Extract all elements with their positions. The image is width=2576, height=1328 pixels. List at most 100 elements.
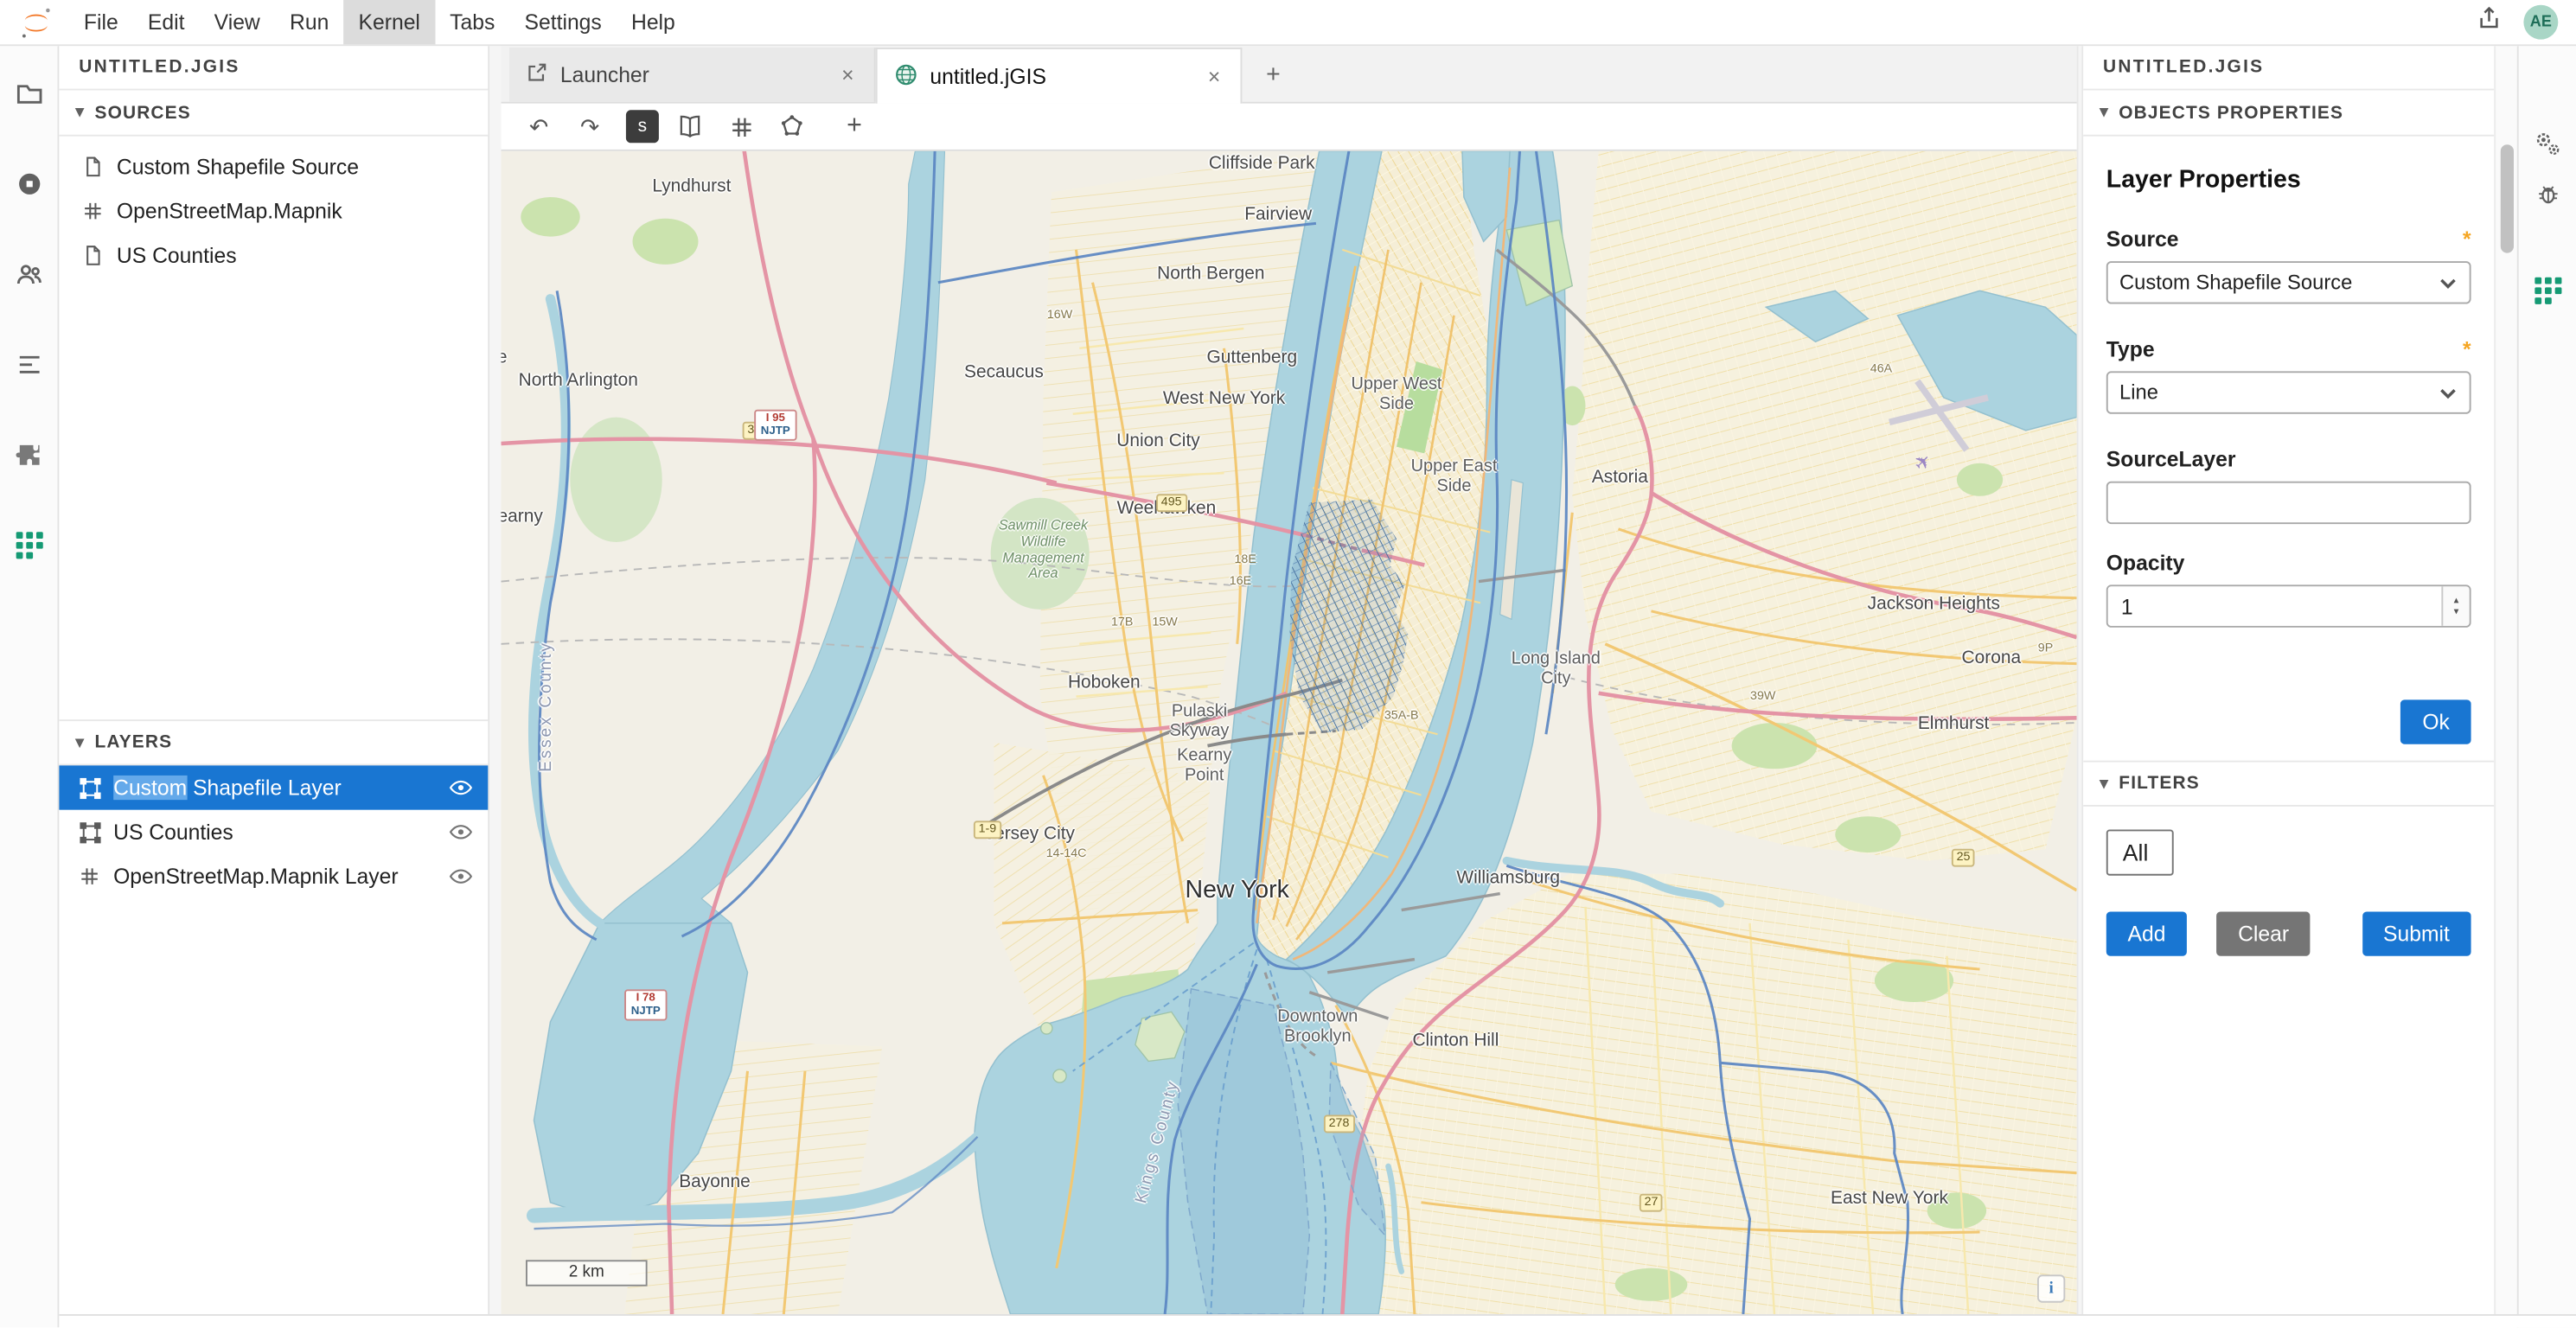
- sources-section-header[interactable]: ▾ SOURCES: [59, 91, 488, 137]
- left-sidebar-panel: UNTITLED.JGIS ▾ SOURCES Custom Shapefile…: [59, 46, 489, 1314]
- vector-polygon-tool-icon[interactable]: [772, 107, 812, 147]
- filters-header-label: FILTERS: [2119, 774, 2200, 794]
- raster-layer-grid-icon[interactable]: [721, 107, 761, 147]
- source-item-us-counties[interactable]: US Counties: [59, 233, 488, 278]
- required-asterisk: *: [2463, 227, 2471, 252]
- menu-item-kernel[interactable]: Kernel: [343, 0, 435, 44]
- running-kernels-icon[interactable]: [9, 164, 48, 204]
- source-select[interactable]: Custom Shapefile Source: [2106, 261, 2471, 303]
- menu-item-help[interactable]: Help: [617, 0, 690, 44]
- opacity-field-label: Opacity: [2106, 551, 2471, 576]
- vector-layer-icon: [79, 820, 102, 844]
- layer-row-us-counties[interactable]: US Counties: [59, 810, 488, 854]
- right-panel-scrollbar[interactable]: [2494, 46, 2517, 1314]
- caret-down-icon: ▾: [2100, 104, 2109, 122]
- jgis-panel-icon[interactable]: [9, 526, 48, 565]
- tab-label: untitled.jGIS: [930, 64, 1189, 89]
- sourcelayer-input[interactable]: [2106, 482, 2471, 524]
- map-scale-bar: 2 km: [526, 1260, 648, 1286]
- opacity-input[interactable]: [2108, 586, 2442, 626]
- chevron-down-icon: [2439, 275, 2458, 290]
- menubar: File Edit View Run Kernel Tabs Settings …: [0, 0, 2576, 46]
- jupyterlab-app: File Edit View Run Kernel Tabs Settings …: [0, 0, 2576, 1327]
- console-tool-button[interactable]: s: [626, 110, 659, 143]
- ok-button[interactable]: Ok: [2401, 699, 2471, 744]
- layer-label: US Counties: [113, 820, 434, 845]
- file-icon: [82, 244, 105, 267]
- menu-item-view[interactable]: View: [200, 0, 275, 44]
- add-filter-button[interactable]: Add: [2106, 912, 2187, 956]
- share-icon[interactable]: [2476, 5, 2502, 40]
- tab-launcher[interactable]: Launcher ×: [509, 48, 876, 102]
- source-item-custom-shapefile[interactable]: Custom Shapefile Source: [59, 144, 488, 188]
- redo-button[interactable]: ↷: [570, 107, 610, 147]
- clear-filter-button[interactable]: Clear: [2216, 912, 2310, 956]
- type-field-label: Type *: [2106, 337, 2471, 362]
- collaborators-icon[interactable]: [9, 255, 48, 295]
- caret-down-icon: ▾: [2100, 775, 2109, 793]
- raster-grid-icon: [79, 865, 102, 888]
- right-panel-title: UNTITLED.JGIS: [2083, 46, 2494, 90]
- visibility-toggle-eye-icon[interactable]: [445, 864, 475, 889]
- menu-item-file[interactable]: File: [69, 0, 133, 44]
- menu-item-settings[interactable]: Settings: [509, 0, 616, 44]
- jgis-identify-panel-icon[interactable]: [2528, 271, 2567, 311]
- launcher-icon: [526, 61, 549, 88]
- layers-section-header[interactable]: ▾ LAYERS: [59, 719, 488, 765]
- objects-properties-label: OBJECTS PROPERTIES: [2119, 103, 2343, 123]
- source-select-value: Custom Shapefile Source: [2119, 271, 2352, 295]
- close-tab-icon[interactable]: ×: [834, 62, 860, 87]
- type-select[interactable]: Line: [2106, 371, 2471, 413]
- filters-body: All Add Clear Submit: [2083, 807, 2494, 956]
- close-tab-icon[interactable]: ×: [1201, 64, 1227, 89]
- layer-label: Custom Shapefile Layer: [113, 776, 434, 801]
- scrollbar-thumb[interactable]: [2501, 144, 2514, 252]
- menubar-right: AE: [2476, 5, 2576, 40]
- custom-shapefile-hatch-layer: [1290, 500, 1409, 733]
- property-inspector-gears-icon[interactable]: [2528, 124, 2567, 163]
- filters-header[interactable]: ▾ FILTERS: [2083, 761, 2494, 807]
- attribution-button[interactable]: i: [2037, 1274, 2065, 1302]
- panel-splitter[interactable]: [2077, 46, 2084, 1314]
- map-canvas[interactable]: New YorkLyndhurstCliffside ParkFairviewN…: [502, 151, 2077, 1314]
- source-item-openstreetmap[interactable]: OpenStreetMap.Mapnik: [59, 189, 488, 233]
- new-tab-button[interactable]: +: [1252, 53, 1294, 95]
- debugger-bug-icon[interactable]: [2528, 174, 2567, 214]
- caret-down-icon: ▾: [75, 104, 85, 122]
- visibility-toggle-eye-icon[interactable]: [445, 820, 475, 845]
- add-layer-button[interactable]: +: [834, 107, 874, 147]
- tab-untitled-jgis[interactable]: untitled.jGIS ×: [876, 48, 1243, 104]
- visibility-toggle-eye-icon[interactable]: [445, 776, 475, 801]
- right-activity-bar: [2517, 46, 2576, 1327]
- form-title: Layer Properties: [2106, 166, 2471, 194]
- user-avatar[interactable]: AE: [2523, 5, 2558, 40]
- submit-filter-button[interactable]: Submit: [2362, 912, 2471, 956]
- opacity-stepper[interactable]: ▴ ▾: [2106, 584, 2471, 627]
- status-strip: [59, 1314, 2576, 1327]
- stepper-arrows[interactable]: ▴ ▾: [2441, 586, 2469, 626]
- extension-manager-icon[interactable]: [9, 436, 48, 476]
- menu-item-tabs[interactable]: Tabs: [435, 0, 509, 44]
- layer-row-custom-shapefile[interactable]: Custom Shapefile Layer: [59, 765, 488, 809]
- map-toolbar: ↶ ↷ s +: [502, 104, 2077, 151]
- undo-button[interactable]: ↶: [519, 107, 559, 147]
- globe-icon: [894, 61, 919, 91]
- stepper-up-icon[interactable]: ▴: [2454, 596, 2459, 605]
- chevron-down-icon: [2439, 386, 2458, 400]
- source-item-label: OpenStreetMap.Mapnik: [117, 199, 342, 224]
- objects-properties-header[interactable]: ▾ OBJECTS PROPERTIES: [2083, 91, 2494, 137]
- source-item-label: US Counties: [117, 243, 237, 268]
- basemap-book-icon[interactable]: [670, 107, 710, 147]
- filter-all-chip[interactable]: All: [2106, 830, 2173, 876]
- menu-item-edit[interactable]: Edit: [133, 0, 200, 44]
- menu-item-run[interactable]: Run: [275, 0, 344, 44]
- table-of-contents-icon[interactable]: [9, 345, 48, 385]
- stepper-down-icon[interactable]: ▾: [2454, 607, 2459, 616]
- file-browser-icon[interactable]: [9, 74, 48, 114]
- layer-properties-form: Layer Properties Source * Custom Shapefi…: [2083, 137, 2494, 761]
- layer-row-openstreetmap[interactable]: OpenStreetMap.Mapnik Layer: [59, 854, 488, 898]
- source-field-label: Source *: [2106, 227, 2471, 252]
- panel-splitter[interactable]: [489, 46, 501, 1314]
- main-dock-area: Launcher × untitled.jGIS × + ↶ ↷ s: [502, 46, 2077, 1314]
- left-activity-bar: [0, 46, 59, 1327]
